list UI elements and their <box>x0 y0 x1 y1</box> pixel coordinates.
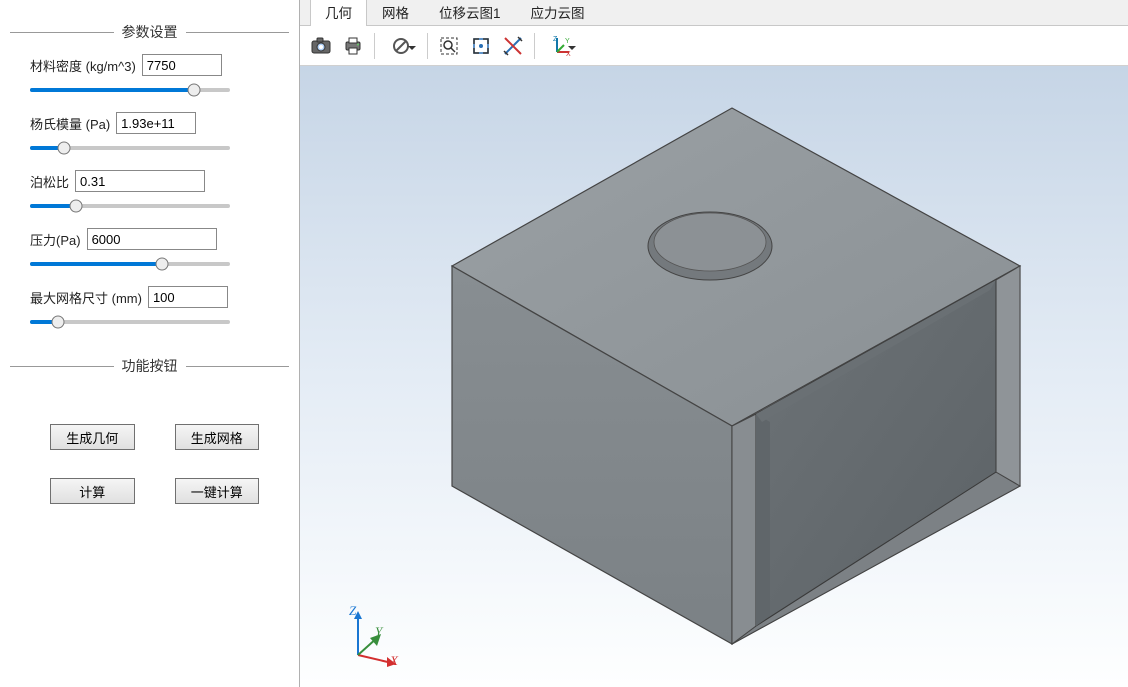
print-icon[interactable] <box>338 31 368 61</box>
toolbar: Z Y X <box>300 26 1128 66</box>
tabbar: 几何 网格 位移云图1 应力云图 <box>300 0 1128 26</box>
input-poisson[interactable] <box>75 170 205 192</box>
axis-label-z: Z <box>349 603 356 619</box>
generate-geometry-button[interactable]: 生成几何 <box>50 424 135 450</box>
sidebar: 参数设置 材料密度 (kg/m^3) 杨氏模量 (Pa) <box>0 0 300 687</box>
input-pressure[interactable] <box>87 228 217 250</box>
main-panel: 几何 网格 位移云图1 应力云图 <box>300 0 1128 687</box>
label-pressure: 压力(Pa) <box>30 230 81 249</box>
label-density: 材料密度 (kg/m^3) <box>30 56 136 75</box>
tab-mesh[interactable]: 网格 <box>367 0 424 26</box>
tab-geometry[interactable]: 几何 <box>310 0 367 26</box>
axis-label-y: Y <box>375 624 382 640</box>
one-click-compute-button[interactable]: 一键计算 <box>175 478 260 504</box>
group-params-title: 参数设置 <box>114 22 186 42</box>
svg-text:Y: Y <box>565 38 570 45</box>
generate-mesh-button[interactable]: 生成网格 <box>175 424 260 450</box>
tab-stress[interactable]: 应力云图 <box>516 0 600 26</box>
label-poisson: 泊松比 <box>30 172 69 191</box>
slider-pressure[interactable] <box>30 256 230 272</box>
compute-button[interactable]: 计算 <box>50 478 135 504</box>
axes-gizmo: Z Y X <box>340 607 400 667</box>
measure-icon[interactable] <box>498 31 528 61</box>
slider-mesh[interactable] <box>30 314 230 330</box>
slider-poisson[interactable] <box>30 198 230 214</box>
input-mesh[interactable] <box>148 286 228 308</box>
block-icon[interactable] <box>381 31 421 61</box>
fit-icon[interactable] <box>466 31 496 61</box>
label-mesh: 最大网格尺寸 (mm) <box>30 288 142 307</box>
tab-displacement[interactable]: 位移云图1 <box>424 0 516 26</box>
group-buttons-title: 功能按钮 <box>114 356 186 376</box>
label-youngs: 杨氏模量 (Pa) <box>30 114 110 133</box>
axis-label-x: X <box>390 653 398 669</box>
group-params: 参数设置 材料密度 (kg/m^3) 杨氏模量 (Pa) <box>10 24 289 344</box>
camera-icon[interactable] <box>306 31 336 61</box>
group-buttons: 功能按钮 生成几何 生成网格 计算 一键计算 <box>10 358 289 504</box>
viewport-3d[interactable]: Z Y X <box>300 66 1128 687</box>
input-density[interactable] <box>142 54 222 76</box>
slider-youngs[interactable] <box>30 140 230 156</box>
axes-icon[interactable]: Z Y X <box>541 31 581 61</box>
input-youngs[interactable] <box>116 112 196 134</box>
svg-text:X: X <box>566 51 571 56</box>
zoom-area-icon[interactable] <box>434 31 464 61</box>
slider-density[interactable] <box>30 82 230 98</box>
svg-text:Z: Z <box>553 36 558 43</box>
